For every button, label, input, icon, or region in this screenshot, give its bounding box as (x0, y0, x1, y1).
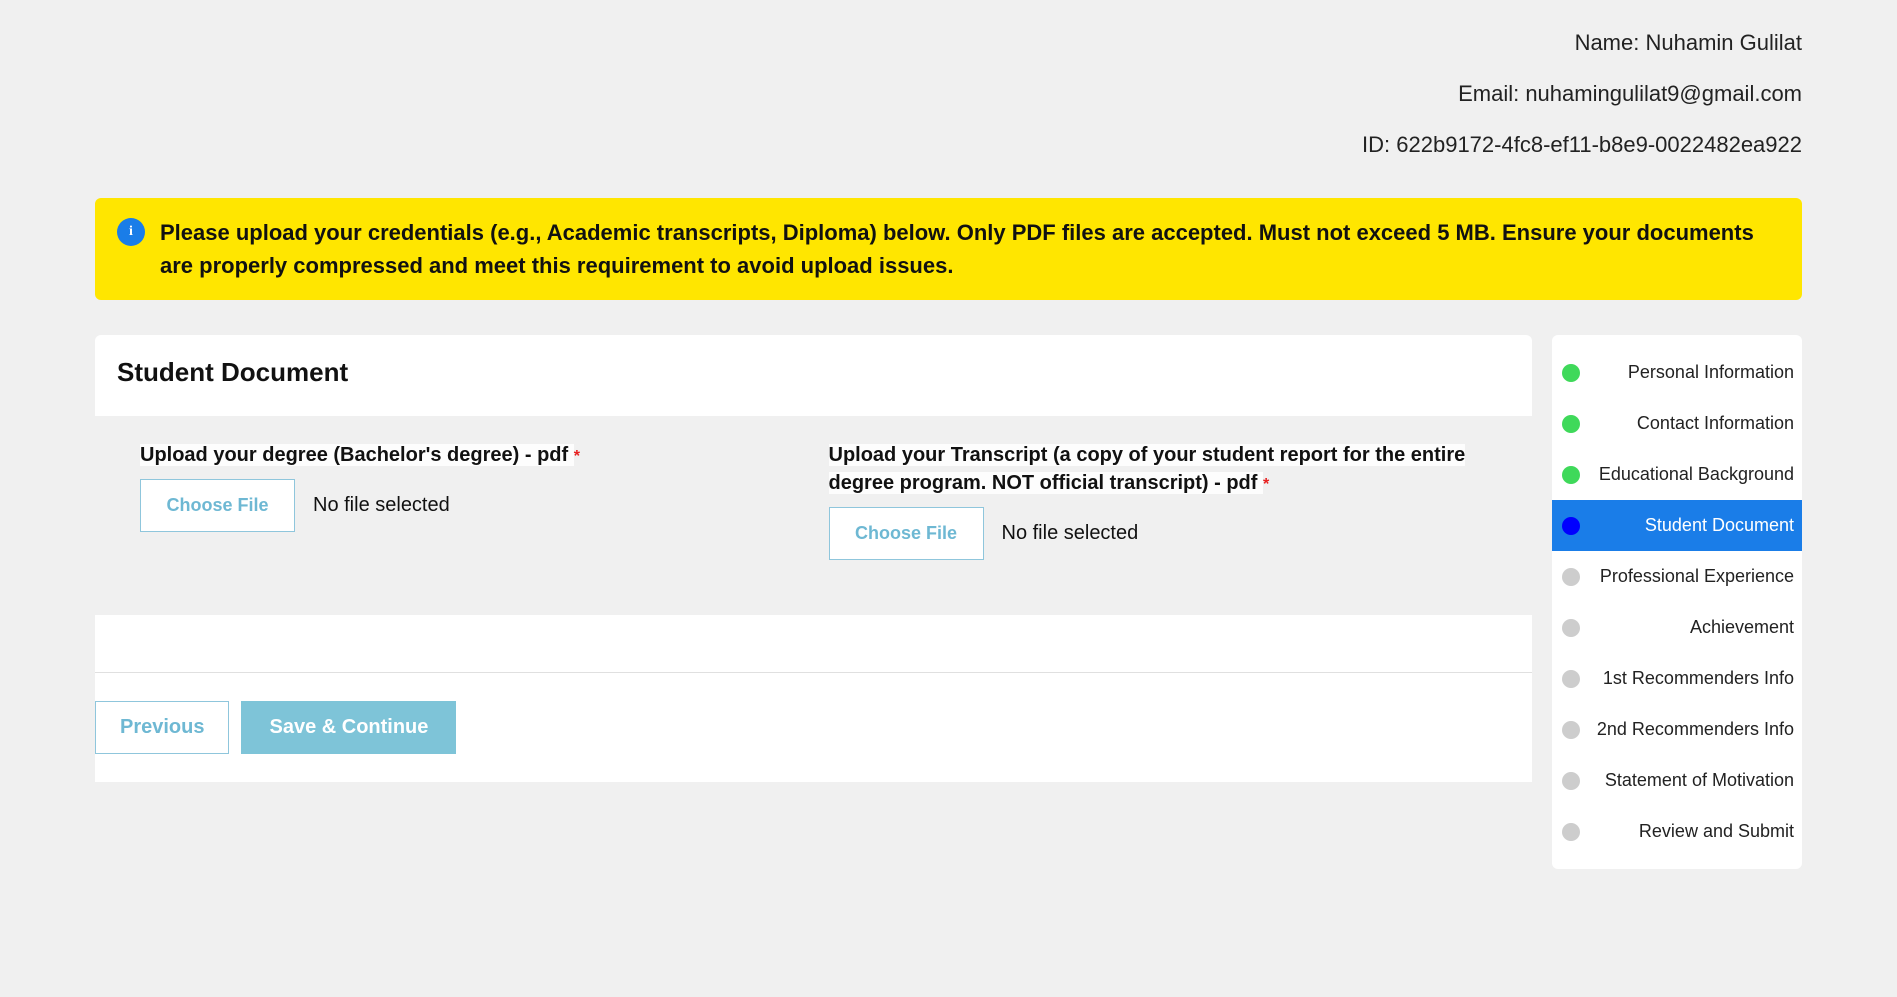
step-status-dot (1562, 415, 1580, 433)
step-label: 2nd Recommenders Info (1590, 719, 1794, 740)
form-body: Upload your degree (Bachelor's degree) -… (95, 416, 1532, 615)
panel-title: Student Document (117, 357, 1510, 388)
upload-transcript-label: Upload your Transcript (a copy of your s… (829, 444, 1466, 494)
step-status-dot (1562, 364, 1580, 382)
transcript-file-status: No file selected (1002, 522, 1139, 545)
steps-sidebar: Personal Information Contact Information E… (1552, 335, 1802, 869)
step-label: 1st Recommenders Info (1590, 668, 1794, 689)
step-status-dot (1562, 823, 1580, 841)
main-panel: Student Document Upload your degree (Bac… (95, 335, 1532, 782)
info-icon: i (117, 218, 145, 246)
panel-header: Student Document (95, 335, 1532, 416)
save-continue-button[interactable]: Save & Continue (241, 701, 456, 754)
step-label: Educational Background (1590, 464, 1794, 485)
step-label: Review and Submit (1590, 821, 1794, 842)
degree-file-status: No file selected (313, 494, 450, 517)
upload-degree-label: Upload your degree (Bachelor's degree) -… (140, 444, 574, 466)
step-item[interactable]: Contact Information (1552, 398, 1802, 449)
choose-file-degree-button[interactable]: Choose File (140, 479, 295, 532)
choose-file-transcript-button[interactable]: Choose File (829, 507, 984, 560)
step-item[interactable]: Statement of Motivation (1552, 755, 1802, 806)
step-item[interactable]: Personal Information (1552, 347, 1802, 398)
step-status-dot (1562, 670, 1580, 688)
required-asterisk: * (1263, 476, 1269, 493)
step-item[interactable]: Professional Experience (1552, 551, 1802, 602)
step-label: Personal Information (1590, 362, 1794, 383)
step-item[interactable]: 1st Recommenders Info (1552, 653, 1802, 704)
user-id: ID: 622b9172-4fc8-ef11-b8e9-0022482ea922 (0, 132, 1802, 158)
step-status-dot (1562, 517, 1580, 535)
step-status-dot (1562, 466, 1580, 484)
step-label: Achievement (1590, 617, 1794, 638)
step-item[interactable]: Achievement (1552, 602, 1802, 653)
required-asterisk: * (574, 448, 580, 465)
step-item[interactable]: Educational Background (1552, 449, 1802, 500)
step-label: Student Document (1590, 515, 1794, 536)
step-item[interactable]: Student Document (1552, 500, 1802, 551)
step-status-dot (1562, 772, 1580, 790)
step-status-dot (1562, 721, 1580, 739)
step-label: Statement of Motivation (1590, 770, 1794, 791)
panel-divider (95, 615, 1532, 673)
user-name: Name: Nuhamin Gulilat (0, 30, 1802, 56)
button-row: Previous Save & Continue (95, 673, 1532, 782)
user-email: Email: nuhamingulilat9@gmail.com (0, 81, 1802, 107)
step-label: Contact Information (1590, 413, 1794, 434)
step-status-dot (1562, 619, 1580, 637)
previous-button[interactable]: Previous (95, 701, 229, 754)
upload-transcript-block: Upload your Transcript (a copy of your s… (829, 441, 1488, 560)
user-info-header: Name: Nuhamin Gulilat Email: nuhaminguli… (0, 0, 1897, 198)
upload-instructions-alert: i Please upload your credentials (e.g., … (95, 198, 1802, 300)
alert-text: Please upload your credentials (e.g., Ac… (160, 216, 1780, 282)
upload-degree-block: Upload your degree (Bachelor's degree) -… (140, 441, 799, 560)
step-item[interactable]: 2nd Recommenders Info (1552, 704, 1802, 755)
step-label: Professional Experience (1590, 566, 1794, 587)
step-status-dot (1562, 568, 1580, 586)
step-item[interactable]: Review and Submit (1552, 806, 1802, 857)
